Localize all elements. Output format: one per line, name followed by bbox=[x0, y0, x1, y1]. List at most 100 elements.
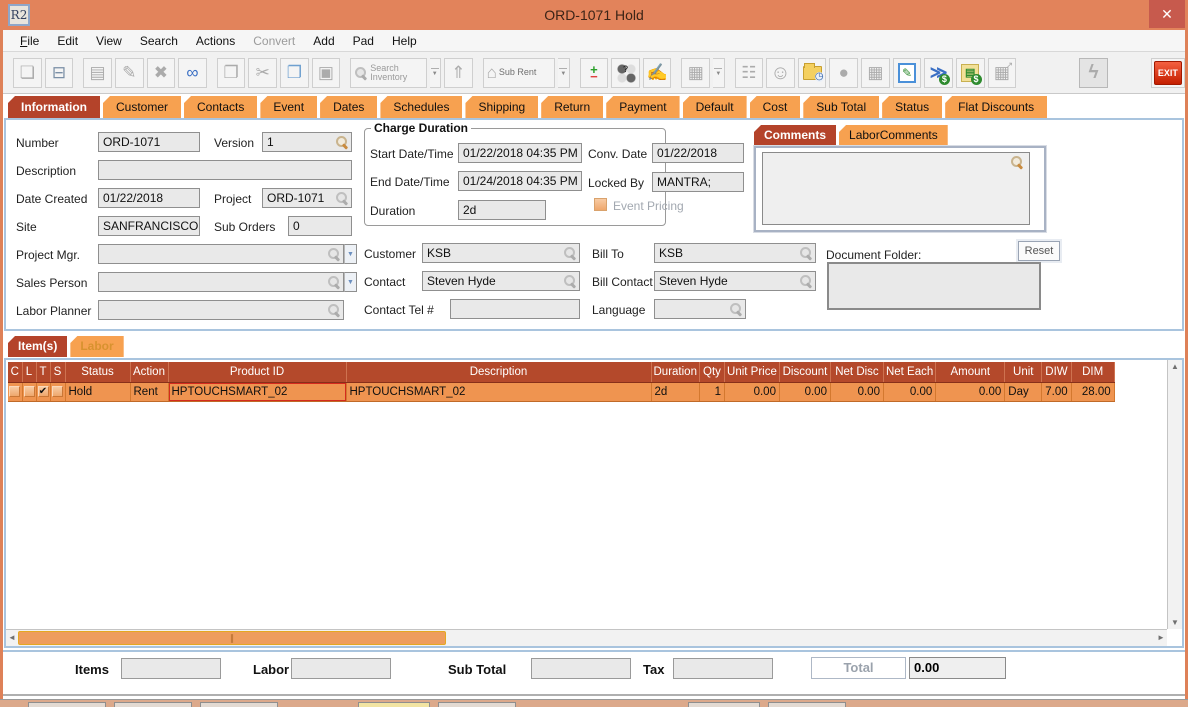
sales-person-field[interactable] bbox=[98, 272, 344, 292]
order-notes-button[interactable]: ✍ bbox=[643, 58, 672, 88]
col-c[interactable]: C bbox=[8, 362, 22, 382]
cell-action[interactable]: Rent bbox=[130, 382, 168, 401]
t-checkbox[interactable]: ✔ bbox=[38, 386, 49, 397]
cell-unit[interactable]: Day bbox=[1005, 382, 1042, 401]
magnifier-icon[interactable] bbox=[799, 246, 813, 260]
version-field[interactable]: 1 bbox=[262, 132, 352, 152]
bill-to-field[interactable]: KSB bbox=[654, 243, 816, 263]
cell-duration[interactable]: 2d bbox=[651, 382, 699, 401]
reset-button[interactable]: Reset bbox=[1018, 241, 1060, 261]
availability-button[interactable]: ? bbox=[611, 58, 640, 88]
col-amount[interactable]: Amount bbox=[936, 362, 1005, 382]
horizontal-scrollbar[interactable]: ◄ ∥ ► bbox=[6, 629, 1167, 646]
end-datetime-field[interactable]: 01/24/2018 04:35 PM bbox=[458, 171, 582, 191]
cell-net-disc[interactable]: 0.00 bbox=[830, 382, 883, 401]
magnifier-icon[interactable] bbox=[563, 274, 577, 288]
cell-qty[interactable]: 1 bbox=[699, 382, 724, 401]
magnifier-icon[interactable] bbox=[729, 302, 743, 316]
s-checkbox[interactable] bbox=[52, 386, 63, 397]
scrollbar-thumb[interactable]: ∥ bbox=[18, 631, 446, 645]
document-folder-box[interactable] bbox=[827, 262, 1041, 310]
col-description[interactable]: Description bbox=[346, 362, 651, 382]
close-button[interactable]: ✕ bbox=[1149, 0, 1185, 28]
copy-button[interactable]: ❐ bbox=[280, 58, 309, 88]
col-s[interactable]: S bbox=[50, 362, 65, 382]
sales-person-dropdown[interactable]: ▼ bbox=[344, 272, 357, 292]
project-mgr-dropdown[interactable]: ▼ bbox=[344, 244, 357, 264]
cell-amount[interactable]: 0.00 bbox=[936, 382, 1005, 401]
magnifier-icon[interactable] bbox=[327, 275, 341, 289]
col-discount[interactable]: Discount bbox=[779, 362, 830, 382]
col-status[interactable]: Status bbox=[65, 362, 130, 382]
menu-help[interactable]: Help bbox=[383, 30, 426, 52]
col-l[interactable]: L bbox=[22, 362, 36, 382]
magnifier-icon[interactable] bbox=[1010, 155, 1024, 169]
project-field[interactable]: ORD-1071 bbox=[262, 188, 352, 208]
col-net-disc[interactable]: Net Disc bbox=[830, 362, 883, 382]
exit-button[interactable]: EXIT bbox=[1151, 58, 1185, 88]
tab-customer[interactable]: Customer bbox=[103, 96, 181, 118]
start-datetime-field[interactable]: 01/22/2018 04:35 PM bbox=[458, 143, 582, 163]
menu-edit[interactable]: Edit bbox=[48, 30, 87, 52]
labor-planner-field[interactable] bbox=[98, 300, 344, 320]
search-inventory-dropdown[interactable]: ▼ bbox=[430, 58, 441, 88]
magnifier-icon[interactable] bbox=[563, 246, 577, 260]
project-mgr-field[interactable] bbox=[98, 244, 344, 264]
menu-search[interactable]: Search bbox=[131, 30, 187, 52]
bill-contact-field[interactable]: Steven Hyde bbox=[654, 271, 816, 291]
tab-status[interactable]: Status bbox=[882, 96, 942, 118]
magnifier-icon[interactable] bbox=[327, 247, 341, 261]
menu-pad[interactable]: Pad bbox=[344, 30, 383, 52]
c-checkbox[interactable] bbox=[9, 386, 20, 397]
col-qty[interactable]: Qty bbox=[699, 362, 724, 382]
sub-rent-dropdown[interactable]: ▼ bbox=[558, 58, 569, 88]
customer-field[interactable]: KSB bbox=[422, 243, 580, 263]
col-diw[interactable]: DIW bbox=[1042, 362, 1071, 382]
search-inventory-button[interactable]: Search Inventory bbox=[350, 58, 426, 88]
tab-flat-discounts[interactable]: Flat Discounts bbox=[945, 96, 1047, 118]
tab-shipping[interactable]: Shipping bbox=[465, 96, 538, 118]
title-bar[interactable]: R2 ORD-1071 Hold ✕ bbox=[0, 0, 1188, 30]
l-checkbox[interactable] bbox=[24, 386, 35, 397]
scroll-down-icon[interactable]: ▼ bbox=[1168, 618, 1182, 627]
col-t[interactable]: T bbox=[36, 362, 50, 382]
number-field[interactable]: ORD-1071 bbox=[98, 132, 200, 152]
duration-field[interactable]: 2d bbox=[458, 200, 546, 220]
col-duration[interactable]: Duration bbox=[651, 362, 699, 382]
cell-net-each[interactable]: 0.00 bbox=[883, 382, 935, 401]
menu-add[interactable]: Add bbox=[304, 30, 343, 52]
conv-date-field[interactable]: 01/22/2018 bbox=[652, 143, 744, 163]
magnifier-icon[interactable] bbox=[799, 274, 813, 288]
scroll-right-icon[interactable]: ► bbox=[1155, 631, 1167, 645]
cell-dim[interactable]: 28.00 bbox=[1071, 382, 1114, 401]
tab-payment[interactable]: Payment bbox=[606, 96, 679, 118]
cell-product-id[interactable]: HPTOUCHSMART_02 bbox=[168, 382, 346, 401]
magnifier-icon[interactable] bbox=[327, 303, 341, 317]
tab-default[interactable]: Default bbox=[683, 96, 747, 118]
comments-textarea[interactable] bbox=[762, 152, 1030, 225]
scroll-up-icon[interactable]: ▲ bbox=[1168, 362, 1182, 371]
convert-invoice-button[interactable]: ≫ $ bbox=[924, 58, 953, 88]
tab-items[interactable]: Item(s) bbox=[8, 336, 67, 357]
sub-orders-field[interactable]: 0 bbox=[288, 216, 352, 236]
col-action[interactable]: Action bbox=[130, 362, 168, 382]
tab-information[interactable]: Information bbox=[8, 96, 100, 118]
sub-rent-button[interactable]: ⌂ Sub Rent bbox=[483, 58, 556, 88]
tab-return[interactable]: Return bbox=[541, 96, 603, 118]
date-created-field[interactable]: 01/22/2018 bbox=[98, 188, 200, 208]
billing-notes-button[interactable]: ▤ $ bbox=[956, 58, 985, 88]
col-unit[interactable]: Unit bbox=[1005, 362, 1042, 382]
tab-labor[interactable]: Labor bbox=[70, 336, 123, 357]
magnifier-icon[interactable] bbox=[335, 135, 349, 149]
print-button[interactable]: ⊟ bbox=[45, 58, 74, 88]
tab-cost[interactable]: Cost bbox=[750, 96, 801, 118]
add-item-button[interactable]: +− bbox=[580, 58, 609, 88]
tab-schedules[interactable]: Schedules bbox=[380, 96, 462, 118]
col-unit-price[interactable]: Unit Price bbox=[724, 362, 779, 382]
locked-by-field[interactable]: MANTRA; bbox=[652, 172, 744, 192]
vertical-scrollbar[interactable]: ▲ ▼ bbox=[1167, 360, 1182, 629]
contact-field[interactable]: Steven Hyde bbox=[422, 271, 580, 291]
language-field[interactable] bbox=[654, 299, 746, 319]
menu-actions[interactable]: Actions bbox=[187, 30, 244, 52]
cell-discount[interactable]: 0.00 bbox=[779, 382, 830, 401]
